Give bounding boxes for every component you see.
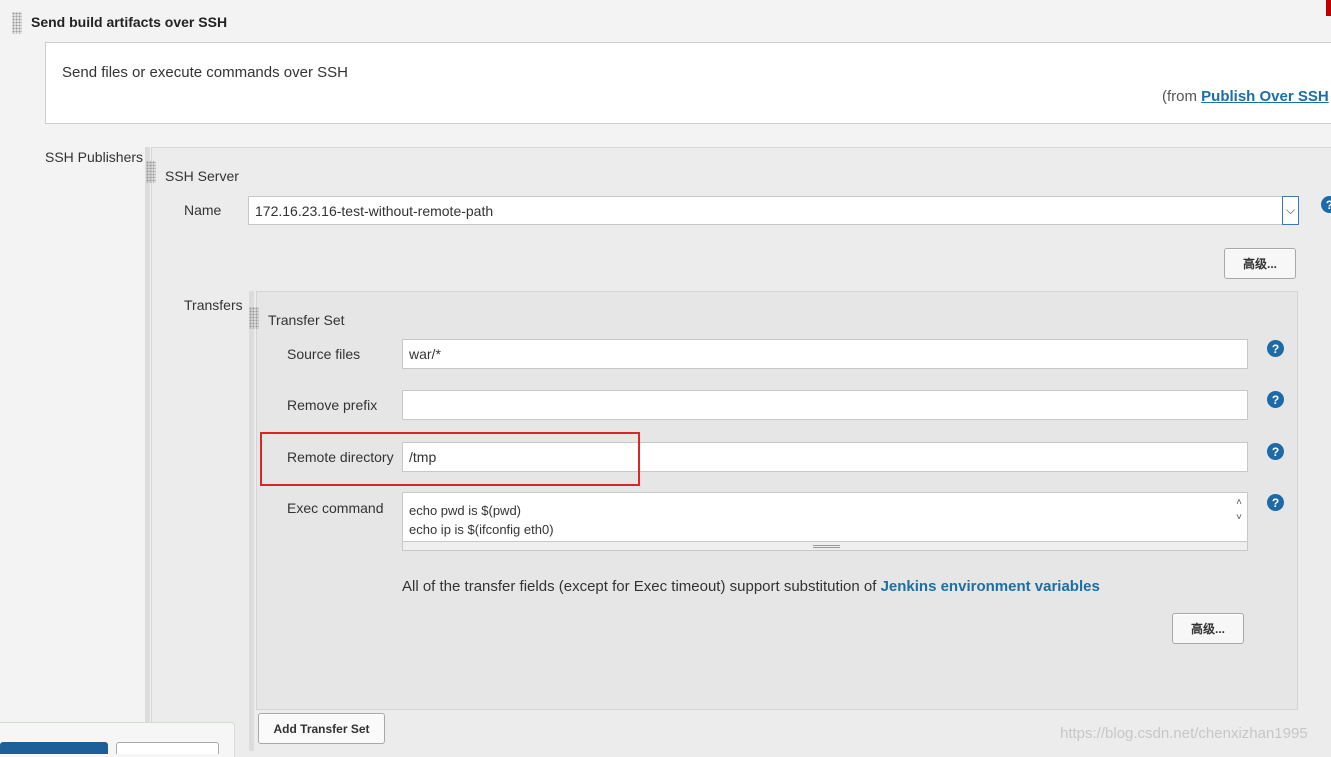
nesting-bar <box>145 147 150 751</box>
highlight-box <box>260 432 640 486</box>
server-advanced-button[interactable]: 高级... <box>1224 248 1296 279</box>
plugin-source: (from Publish Over SSH <box>1162 88 1329 105</box>
help-icon[interactable]: ? <box>1267 443 1284 460</box>
resize-grip-icon[interactable] <box>813 545 840 548</box>
apply-button[interactable] <box>116 742 219 754</box>
drag-handle-icon[interactable] <box>12 12 22 34</box>
name-label: Name <box>184 202 222 218</box>
remove-prefix-input[interactable] <box>402 390 1248 420</box>
help-icon[interactable]: ? <box>1267 340 1284 357</box>
plugin-link[interactable]: Publish Over SSH <box>1201 88 1329 105</box>
drag-handle-icon[interactable] <box>249 307 259 329</box>
remove-prefix-label: Remove prefix <box>287 397 378 413</box>
source-files-label: Source files <box>287 346 361 362</box>
substitution-note: All of the transfer fields (except for E… <box>402 578 1100 595</box>
textarea-scrollbar[interactable]: ˄ ˅ <box>1233 495 1245 529</box>
chevron-down-icon[interactable]: ⌵ <box>1282 196 1299 225</box>
source-files-input[interactable]: war/* <box>402 339 1248 369</box>
env-variables-link[interactable]: Jenkins environment variables <box>881 578 1100 595</box>
server-name-select[interactable]: 172.16.23.16-test-without-remote-path <box>248 196 1284 225</box>
error-marker <box>1326 0 1331 16</box>
help-icon[interactable]: ? <box>1267 494 1284 511</box>
chevron-down-icon[interactable]: ˅ <box>1233 510 1245 525</box>
description-text: Send files or execute commands over SSH <box>62 64 348 81</box>
section-title: Send build artifacts over SSH <box>31 14 228 30</box>
exec-command-line: echo pwd is $(pwd) <box>409 503 521 518</box>
exec-command-label: Exec command <box>287 500 384 516</box>
chevron-up-icon[interactable]: ˄ <box>1233 495 1245 510</box>
watermark: https://blog.csdn.net/chenxizhan1995 <box>1060 725 1308 742</box>
help-icon[interactable]: ? <box>1321 196 1331 213</box>
nesting-bar <box>249 291 254 751</box>
ssh-server-heading: SSH Server <box>165 168 239 184</box>
exec-command-line: echo ip is $(ifconfig eth0) <box>409 522 554 537</box>
textarea-resize-handle[interactable] <box>402 542 1248 551</box>
transfer-set-heading: Transfer Set <box>268 312 345 328</box>
transfer-advanced-button[interactable]: 高级... <box>1172 613 1244 644</box>
help-icon[interactable]: ? <box>1267 391 1284 408</box>
ssh-publishers-label: SSH Publishers <box>45 149 144 165</box>
drag-handle-icon[interactable] <box>146 161 156 183</box>
exec-command-textarea[interactable]: echo pwd is $(pwd) echo ip is $(ifconfig… <box>402 492 1248 542</box>
description-box <box>45 42 1331 124</box>
transfers-label: Transfers <box>184 297 243 313</box>
add-transfer-set-button[interactable]: Add Transfer Set <box>258 713 385 744</box>
save-button[interactable] <box>0 742 108 754</box>
